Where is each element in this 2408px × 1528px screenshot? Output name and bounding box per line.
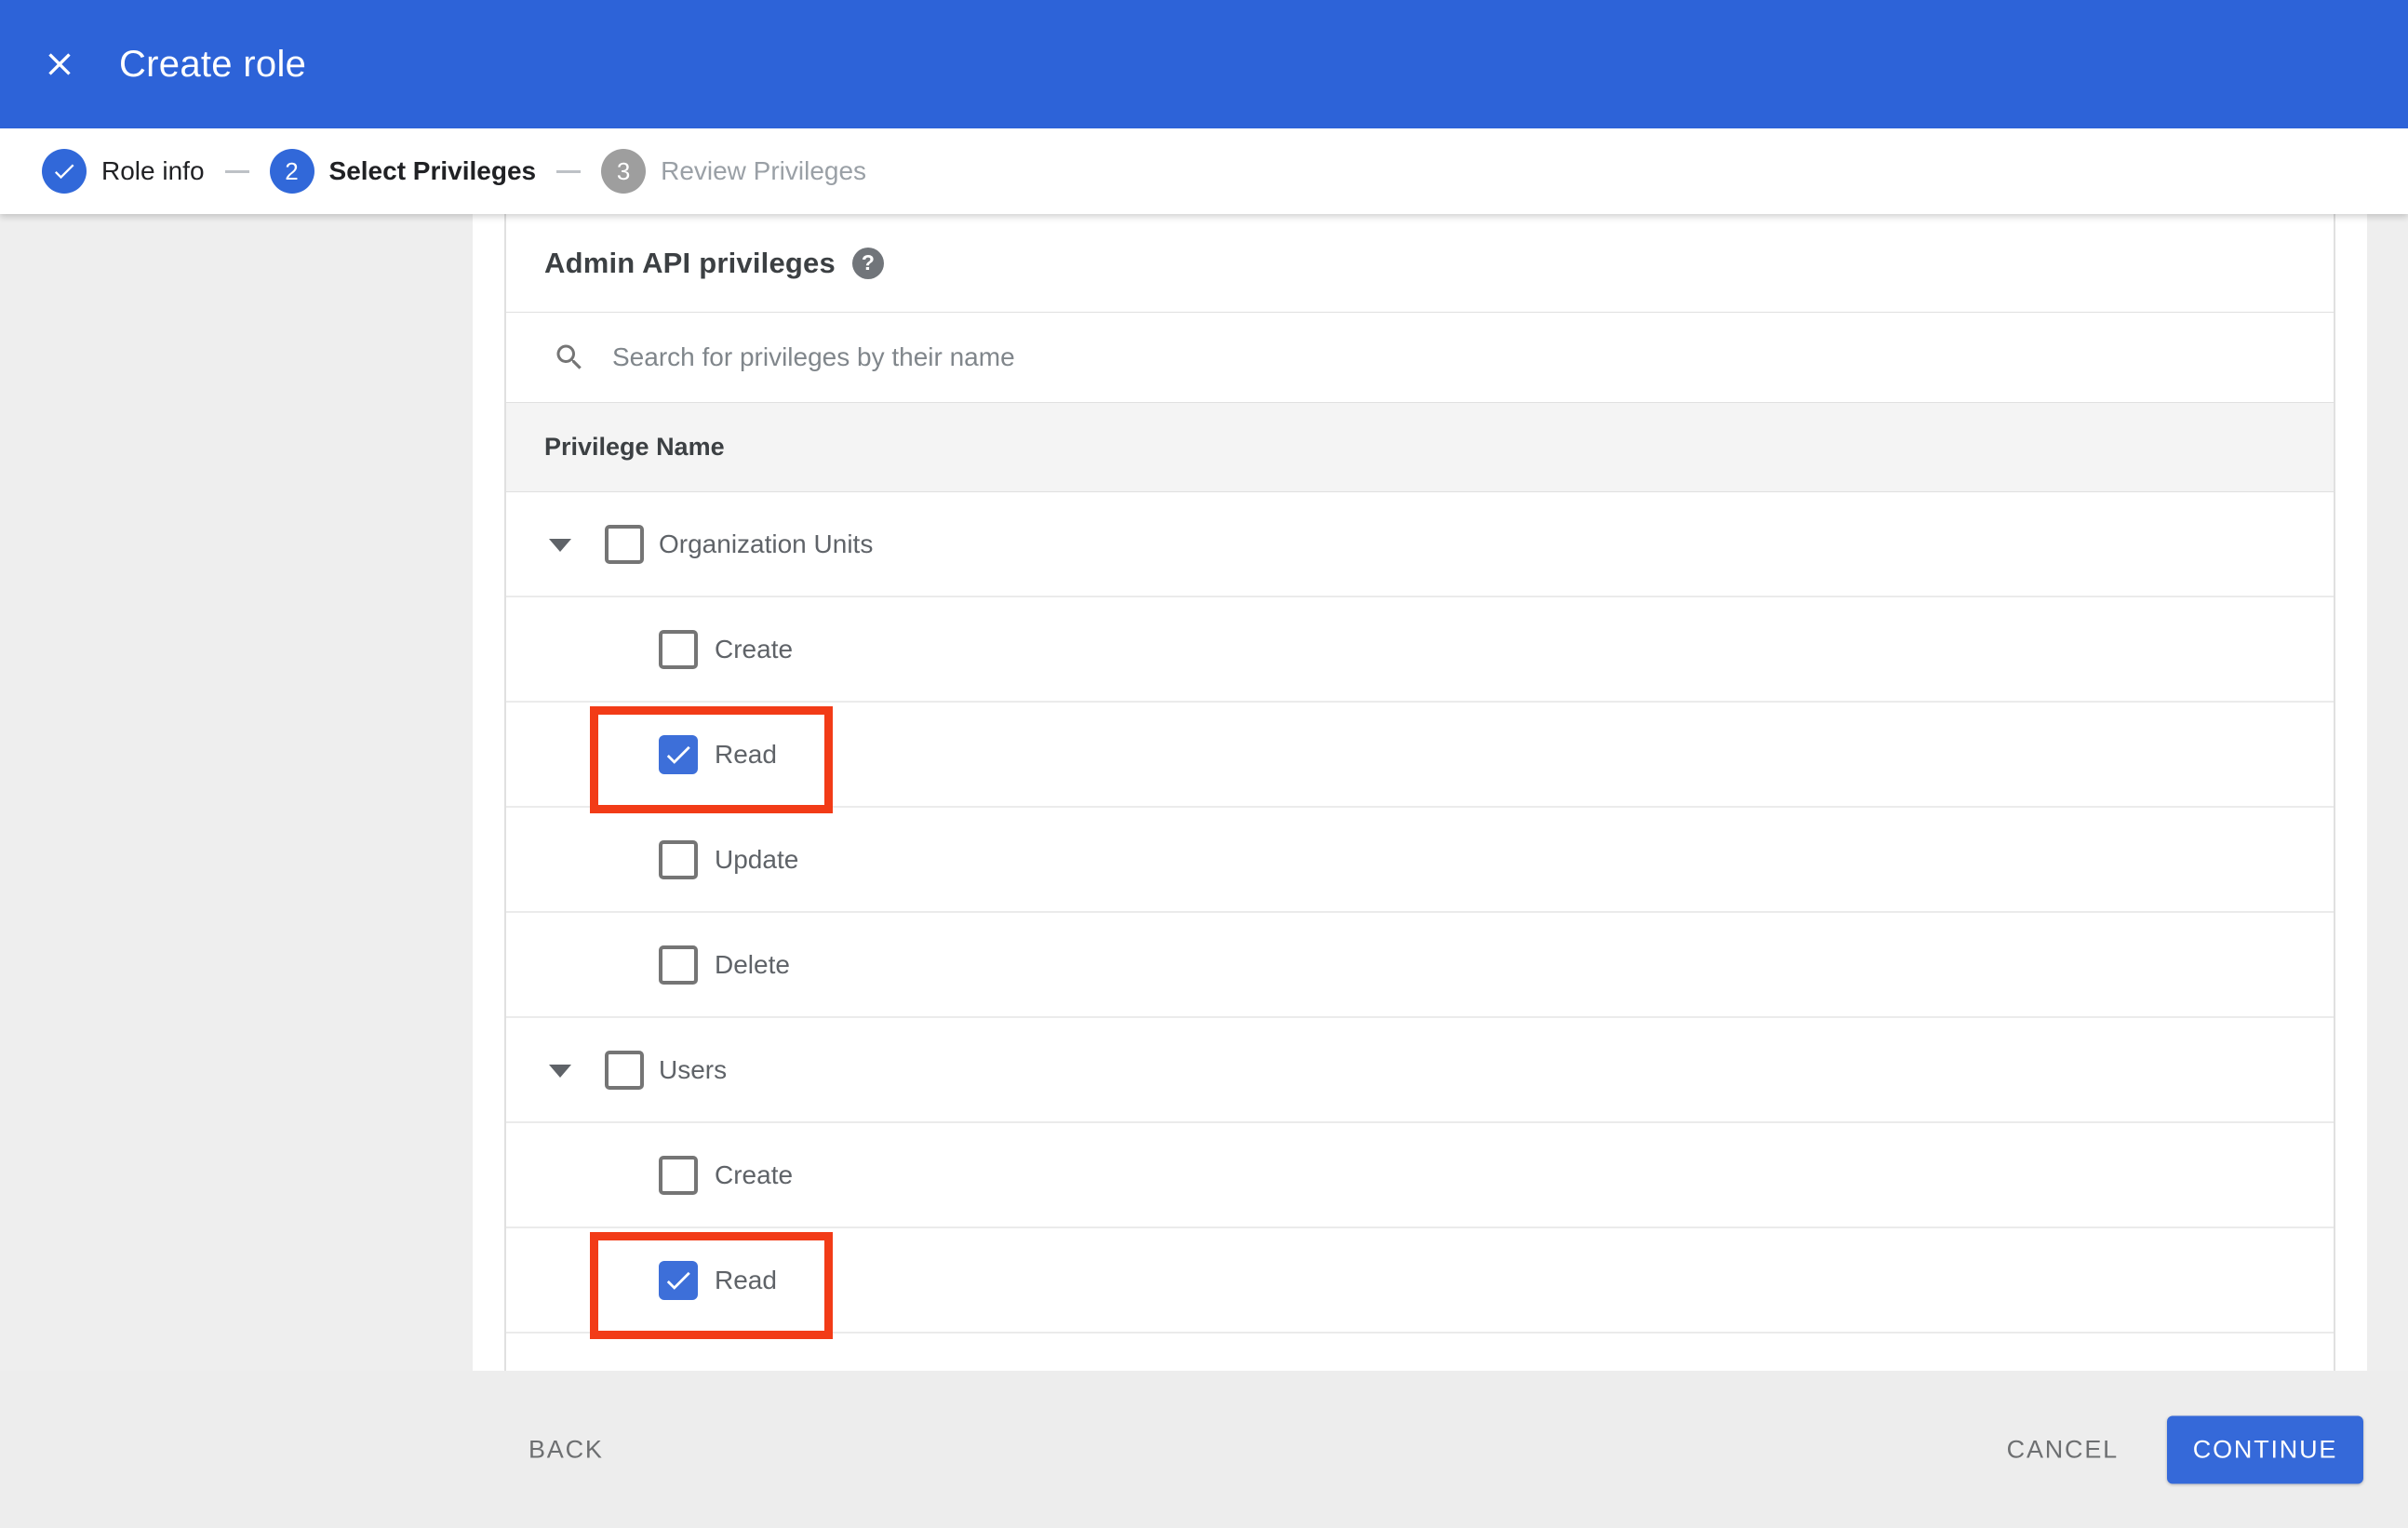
column-header-privilege-name: Privilege Name (544, 433, 725, 461)
footer-actions: CANCEL CONTINUE (2007, 1415, 2363, 1483)
privilege-row-read: Read (506, 703, 2334, 813)
step-connector (224, 169, 249, 173)
step3-label: Review Privileges (661, 156, 867, 185)
privilege-label: Organization Units (659, 529, 874, 558)
privilege-label: Users (659, 1054, 728, 1084)
checkbox-users[interactable] (605, 1051, 644, 1090)
step-role-info[interactable]: Role info (42, 149, 205, 194)
search-input[interactable] (612, 342, 1915, 372)
close-icon (48, 53, 71, 75)
step-review-privileges[interactable]: 3 Review Privileges (601, 149, 866, 194)
cancel-button[interactable]: CANCEL (2007, 1435, 2119, 1464)
annotation-highlight-box (590, 706, 833, 813)
privileges-panel: Admin API privileges ? Privilege Name Or… (504, 214, 2335, 1371)
collapse-arrow-icon[interactable] (549, 1065, 571, 1078)
back-button[interactable]: BACK (528, 1435, 604, 1464)
privilege-row-read: Read (506, 1228, 2334, 1339)
dialog-title: Create role (119, 43, 307, 85)
collapse-arrow-icon[interactable] (549, 539, 571, 552)
step2-label: Select Privileges (328, 156, 537, 185)
privilege-label: Create (715, 1159, 794, 1189)
step1-complete-circle (42, 149, 87, 194)
close-button[interactable] (39, 44, 80, 85)
section-title: Admin API privileges (544, 246, 836, 279)
stepper: Role info 2 Select Privileges 3 Review P… (0, 128, 2408, 214)
step-connector (556, 169, 582, 173)
privilege-label: Create (715, 634, 794, 663)
privilege-rows: Organization Units Create Read Update Delete… (506, 492, 2334, 1339)
checkbox-create[interactable] (659, 1156, 698, 1195)
privilege-row-update: Update (506, 808, 2334, 913)
checkbox-create[interactable] (659, 630, 698, 669)
footer-bar: BACK CANCEL CONTINUE (0, 1371, 2408, 1528)
search-icon (556, 344, 582, 369)
step-select-privileges[interactable]: 2 Select Privileges (269, 149, 537, 194)
help-icon[interactable]: ? (851, 247, 884, 279)
privilege-row-create: Create (506, 597, 2334, 703)
privilege-row-users: Users (506, 1018, 2334, 1123)
app-bar: Create role (0, 0, 2408, 128)
privilege-label: Delete (715, 949, 790, 979)
step2-number-circle: 2 (269, 149, 314, 194)
table-header: Privilege Name (506, 402, 2334, 492)
section-header: Admin API privileges ? (506, 214, 2334, 313)
privilege-row-delete: Delete (506, 913, 2334, 1018)
checkbox-update[interactable] (659, 840, 698, 879)
step1-label: Role info (101, 156, 205, 185)
annotation-highlight-box (590, 1232, 833, 1339)
step3-number-circle: 3 (601, 149, 647, 194)
privilege-label: Update (715, 844, 799, 874)
check-icon (54, 164, 74, 180)
continue-button[interactable]: CONTINUE (2167, 1415, 2363, 1483)
privilege-row-create: Create (506, 1123, 2334, 1228)
privilege-row-organization-units: Organization Units (506, 492, 2334, 597)
checkbox-delete[interactable] (659, 945, 698, 985)
checkbox-organization-units[interactable] (605, 525, 644, 564)
content-card: Admin API privileges ? Privilege Name Or… (473, 214, 2367, 1371)
search-row (506, 313, 2334, 402)
